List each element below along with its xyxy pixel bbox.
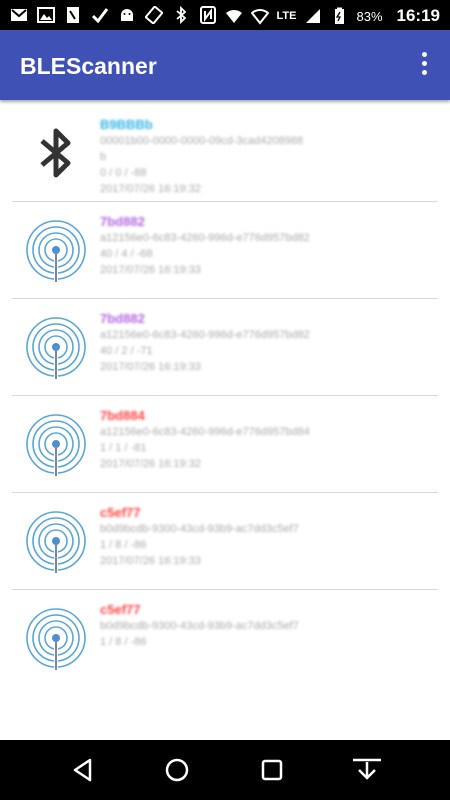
ibeacon-icon bbox=[22, 507, 90, 575]
navigation-bar bbox=[0, 740, 450, 800]
home-icon[interactable] bbox=[161, 754, 193, 786]
device-info: B9BBBb 00001b00-0000-0000-09cd-3cad420898… bbox=[100, 117, 438, 197]
device-detail: b0d9bcdb-9300-43cd-93b9-ac7dd3c5ef7 bbox=[100, 523, 299, 535]
app-title: BLEScanner bbox=[20, 53, 157, 79]
device-detail: a12156e0-6c83-4260-996d-e776d957bd84 bbox=[100, 426, 310, 438]
device-info: 7bd882 a12156e0-6c83-4260-996d-e776d957bd… bbox=[100, 311, 438, 375]
device-detail: a12156e0-6c83-4260-996d-e776d957bd82 bbox=[100, 329, 310, 341]
device-detail: 2017/07/26 16:19:32 bbox=[100, 458, 201, 470]
overflow-menu-icon[interactable] bbox=[418, 52, 430, 78]
bluetooth-icon bbox=[22, 119, 90, 187]
device-name: 7bd882 bbox=[100, 311, 145, 326]
network-type: LTE bbox=[276, 10, 297, 22]
device-detail: 2017/07/26 16:19:33 bbox=[100, 361, 201, 373]
android-icon bbox=[118, 6, 136, 24]
ibeacon-icon bbox=[22, 216, 90, 284]
device-detail: 1 / 8 / -86 bbox=[100, 636, 147, 648]
device-detail: 40 / 2 / -71 bbox=[100, 345, 153, 357]
device-detail: 1 / 8 / -86 bbox=[100, 539, 147, 551]
device-detail: 2017/07/26 16:19:33 bbox=[100, 264, 201, 276]
device-list[interactable]: B9BBBb 00001b00-0000-0000-09cd-3cad420898… bbox=[0, 105, 450, 680]
clock: 16:19 bbox=[396, 6, 440, 25]
bluetooth-status-icon bbox=[172, 5, 190, 25]
device-detail: 40 / 4 / -68 bbox=[100, 248, 153, 260]
device-detail: b0d9bcdb-9300-43cd-93b9-ac7dd3c5ef7 bbox=[100, 620, 299, 632]
hide-keyboard-icon[interactable] bbox=[351, 754, 383, 786]
check-icon bbox=[91, 6, 109, 24]
device-name: c5ef77 bbox=[100, 602, 141, 617]
gallery-icon bbox=[37, 6, 55, 24]
wifi-icon bbox=[225, 7, 243, 25]
device-info: c5ef77 b0d9bcdb-9300-43cd-93b9-ac7dd3c5ef… bbox=[100, 602, 438, 650]
device-row[interactable]: 7bd882 a12156e0-6c83-4260-996d-e776d957bd… bbox=[0, 299, 450, 396]
device-detail: 1 / 1 / -81 bbox=[100, 442, 147, 454]
device-detail: 00001b00-0000-0000-09cd-3cad4208988 bbox=[100, 135, 304, 147]
device-name: 7bd882 bbox=[100, 214, 145, 229]
rotate-icon bbox=[144, 5, 164, 25]
nfc-icon bbox=[199, 6, 217, 24]
device-row[interactable]: B9BBBb 00001b00-0000-0000-09cd-3cad420898… bbox=[0, 105, 450, 202]
device-name: B9BBBb bbox=[100, 117, 153, 132]
device-info: 7bd884 a12156e0-6c83-4260-996d-e776d957bd… bbox=[100, 408, 438, 472]
gmail-icon bbox=[10, 6, 28, 24]
app-bar: BLEScanner bbox=[0, 30, 450, 100]
device-row[interactable]: 7bd884 a12156e0-6c83-4260-996d-e776d957bd… bbox=[0, 396, 450, 493]
device-detail: a12156e0-6c83-4260-996d-e776d957bd82 bbox=[100, 232, 310, 244]
device-detail: 2017/07/26 16:19:32 bbox=[100, 183, 201, 195]
device-row[interactable]: c5ef77 b0d9bcdb-9300-43cd-93b9-ac7dd3c5ef… bbox=[0, 493, 450, 590]
device-detail: b bbox=[100, 151, 107, 163]
battery-icon bbox=[330, 7, 348, 25]
wifi-icon bbox=[250, 7, 269, 25]
recents-icon[interactable] bbox=[256, 754, 288, 786]
ibeacon-icon bbox=[22, 313, 90, 381]
device-row[interactable]: 7bd882 a12156e0-6c83-4260-996d-e776d957bd… bbox=[0, 202, 450, 299]
back-icon[interactable] bbox=[67, 754, 99, 786]
device-info: 7bd882 a12156e0-6c83-4260-996d-e776d957bd… bbox=[100, 214, 438, 278]
device-detail: 2017/07/26 16:19:33 bbox=[100, 555, 201, 567]
ibeacon-icon bbox=[22, 604, 90, 672]
document-icon bbox=[64, 6, 82, 24]
device-name: c5ef77 bbox=[100, 505, 141, 520]
device-row[interactable]: c5ef77 b0d9bcdb-9300-43cd-93b9-ac7dd3c5ef… bbox=[0, 590, 450, 680]
battery-percent: 83% bbox=[356, 8, 383, 24]
device-info: c5ef77 b0d9bcdb-9300-43cd-93b9-ac7dd3c5ef… bbox=[100, 505, 438, 569]
status-bar: LTE 83% 16:19 bbox=[0, 0, 450, 30]
device-detail: 0 / 0 / -88 bbox=[100, 167, 147, 179]
device-name: 7bd884 bbox=[100, 408, 145, 423]
signal-icon bbox=[304, 7, 322, 25]
ibeacon-icon bbox=[22, 410, 90, 478]
